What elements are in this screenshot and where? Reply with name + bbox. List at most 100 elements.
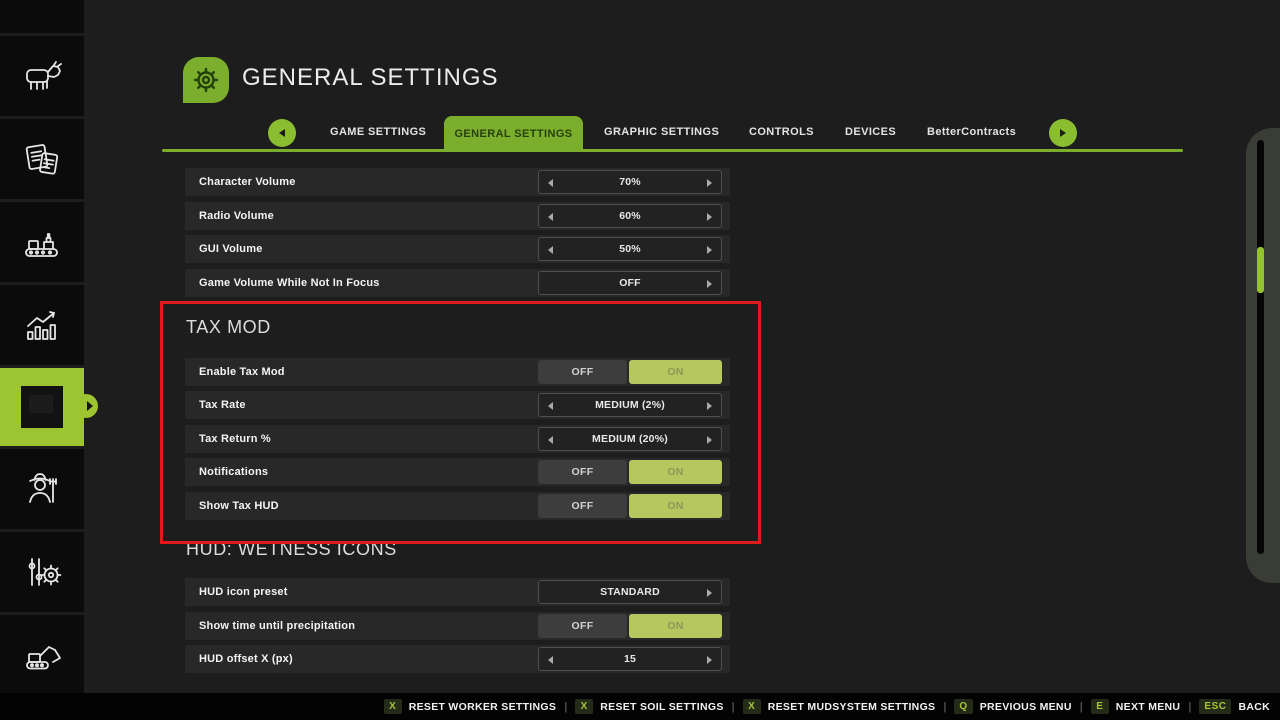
setting-label: Show Tax HUD xyxy=(199,492,279,520)
scrollbar-thumb[interactable] xyxy=(1257,247,1264,293)
setting-label: GUI Volume xyxy=(199,235,263,263)
precipitation-time-toggle[interactable]: OFF ON xyxy=(538,614,722,638)
sidebar-item-construction[interactable] xyxy=(0,615,84,693)
arrow-right-icon xyxy=(1060,129,1066,137)
setting-row-tax-return: Tax Return % MEDIUM (20%) xyxy=(185,425,730,453)
gui-volume-stepper[interactable]: 50% xyxy=(538,237,722,261)
toggle-off-button[interactable]: OFF xyxy=(538,494,627,518)
setting-label: Character Volume xyxy=(199,168,296,196)
sidebar-item-mod-active[interactable] xyxy=(0,368,84,446)
contracts-icon xyxy=(19,136,65,182)
setting-row-tax-rate: Tax Rate MEDIUM (2%) xyxy=(185,391,730,419)
scrollbar-track[interactable] xyxy=(1257,140,1264,554)
enable-tax-mod-toggle[interactable]: OFF ON xyxy=(538,360,722,384)
stepper-right-icon[interactable] xyxy=(707,280,712,288)
show-tax-hud-toggle[interactable]: OFF ON xyxy=(538,494,722,518)
stepper-right-icon[interactable] xyxy=(707,179,712,187)
footer-keybar: X RESET WORKER SETTINGS | X RESET SOIL S… xyxy=(0,693,1280,720)
sidebar-item-animals[interactable] xyxy=(0,36,84,116)
farmer-icon xyxy=(19,466,65,512)
tabs-prev-button[interactable] xyxy=(268,119,296,147)
sidebar-item-statistics[interactable] xyxy=(0,285,84,365)
setting-label: Show time until precipitation xyxy=(199,612,355,640)
tab-general-settings[interactable]: GENERAL SETTINGS xyxy=(444,116,583,151)
toggle-off-button[interactable]: OFF xyxy=(538,460,627,484)
chevron-right-icon xyxy=(87,401,93,411)
stepper-value: 70% xyxy=(539,171,721,193)
key-badge-esc: ESC xyxy=(1199,699,1231,714)
toggle-on-button[interactable]: ON xyxy=(629,460,722,484)
tab-graphic-settings[interactable]: GRAPHIC SETTINGS xyxy=(604,126,719,138)
setting-row-notifications: Notifications OFF ON xyxy=(185,458,730,486)
setting-label: Tax Return % xyxy=(199,425,271,453)
setting-row-hud-offset-x: HUD offset X (px) 15 xyxy=(185,645,730,673)
stepper-right-icon[interactable] xyxy=(707,213,712,221)
stepper-right-icon[interactable] xyxy=(707,246,712,254)
hud-offset-x-stepper[interactable]: 15 xyxy=(538,647,722,671)
setting-row-show-precipitation-time: Show time until precipitation OFF ON xyxy=(185,612,730,640)
tax-rate-stepper[interactable]: MEDIUM (2%) xyxy=(538,393,722,417)
setting-row-radio-volume: Radio Volume 60% xyxy=(185,202,730,230)
key-badge-x: X xyxy=(575,699,593,714)
toggle-off-button[interactable]: OFF xyxy=(538,360,627,384)
stepper-value: STANDARD xyxy=(539,581,721,603)
game-volume-focus-stepper[interactable]: OFF xyxy=(538,271,722,295)
arrow-left-icon xyxy=(279,129,285,137)
footer-reset-worker-settings[interactable]: X RESET WORKER SETTINGS xyxy=(384,699,556,714)
setting-row-hud-icon-preset: HUD icon preset STANDARD xyxy=(185,578,730,606)
sidebar-item-map[interactable] xyxy=(0,0,84,33)
tabs-next-button[interactable] xyxy=(1049,119,1077,147)
toggle-on-button[interactable]: ON xyxy=(629,494,722,518)
radio-volume-stepper[interactable]: 60% xyxy=(538,204,722,228)
section-title-hud-wetness: HUD: WETNESS ICONS xyxy=(186,539,397,560)
character-volume-stepper[interactable]: 70% xyxy=(538,170,722,194)
production-icon xyxy=(19,219,65,265)
statistics-icon xyxy=(19,302,65,348)
tab-game-settings[interactable]: GAME SETTINGS xyxy=(330,126,426,138)
setting-row-gui-volume: GUI Volume 50% xyxy=(185,235,730,263)
stepper-value: 15 xyxy=(539,648,721,670)
notifications-toggle[interactable]: OFF ON xyxy=(538,460,722,484)
setting-label: Notifications xyxy=(199,458,268,486)
footer-separator: | xyxy=(1188,701,1191,713)
setting-row-character-volume: Character Volume 70% xyxy=(185,168,730,196)
footer-separator: | xyxy=(564,701,567,713)
stepper-value: MEDIUM (20%) xyxy=(539,428,721,450)
setting-label: Radio Volume xyxy=(199,202,274,230)
sidebar-item-character[interactable] xyxy=(0,449,84,529)
section-title-tax-mod: TAX MOD xyxy=(186,317,271,338)
stepper-right-icon[interactable] xyxy=(707,436,712,444)
sidebar-item-mod-settings[interactable] xyxy=(0,532,84,612)
animals-cow-icon xyxy=(19,53,65,99)
footer-reset-mudsystem-settings[interactable]: X RESET MUDSYSTEM SETTINGS xyxy=(743,699,936,714)
footer-separator: | xyxy=(943,701,946,713)
stepper-value: OFF xyxy=(539,272,721,294)
general-settings-icon xyxy=(183,57,229,103)
toggle-off-button[interactable]: OFF xyxy=(538,614,627,638)
footer-back[interactable]: ESC BACK xyxy=(1199,699,1270,714)
stepper-right-icon[interactable] xyxy=(707,402,712,410)
stepper-value: 60% xyxy=(539,205,721,227)
tab-devices[interactable]: DEVICES xyxy=(845,126,896,138)
footer-previous-menu[interactable]: Q PREVIOUS MENU xyxy=(954,699,1071,714)
key-badge-q: Q xyxy=(954,699,972,714)
stepper-right-icon[interactable] xyxy=(707,589,712,597)
tab-bettercontracts[interactable]: BetterContracts xyxy=(927,126,1016,138)
tax-return-stepper[interactable]: MEDIUM (20%) xyxy=(538,427,722,451)
setting-row-game-volume-focus: Game Volume While Not In Focus OFF xyxy=(185,269,730,297)
footer-separator: | xyxy=(732,701,735,713)
stepper-right-icon[interactable] xyxy=(707,656,712,664)
construction-icon xyxy=(19,631,65,677)
setting-label: HUD icon preset xyxy=(199,578,288,606)
setting-row-enable-tax-mod: Enable Tax Mod OFF ON xyxy=(185,358,730,386)
footer-next-menu[interactable]: E NEXT MENU xyxy=(1091,699,1181,714)
key-badge-x: X xyxy=(384,699,402,714)
sidebar-active-pointer xyxy=(74,394,98,418)
sidebar-item-production[interactable] xyxy=(0,202,84,282)
footer-reset-soil-settings[interactable]: X RESET SOIL SETTINGS xyxy=(575,699,723,714)
hud-icon-preset-stepper[interactable]: STANDARD xyxy=(538,580,722,604)
toggle-on-button[interactable]: ON xyxy=(629,614,722,638)
sidebar-item-contracts[interactable] xyxy=(0,119,84,199)
tab-controls[interactable]: CONTROLS xyxy=(749,126,814,138)
toggle-on-button[interactable]: ON xyxy=(629,360,722,384)
